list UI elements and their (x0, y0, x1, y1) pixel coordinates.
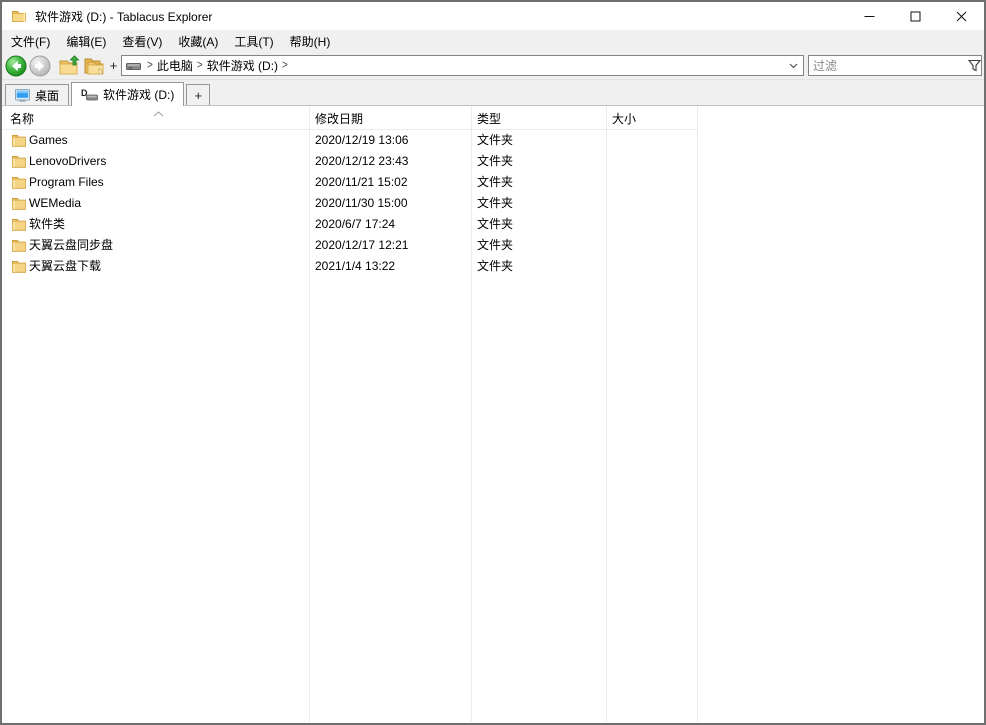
file-row[interactable]: 软件类 2020/6/7 17:24 文件夹 (2, 214, 984, 235)
menu-file[interactable]: 文件(F) (3, 30, 58, 53)
file-type: 文件夹 (477, 130, 513, 151)
filter-box (808, 55, 982, 76)
menu-view[interactable]: 查看(V) (114, 30, 170, 53)
file-type: 文件夹 (477, 235, 513, 256)
file-name: 天翼云盘下载 (29, 256, 101, 277)
tab-drive-d-active[interactable]: D 软件游戏 (D:) (71, 82, 184, 106)
breadcrumb-separator: > (197, 59, 203, 72)
list-header: 名称 修改日期 类型 大小 (2, 106, 984, 129)
back-button[interactable] (4, 54, 28, 78)
filter-input[interactable] (809, 57, 968, 74)
forward-icon (29, 55, 51, 77)
menu-edit[interactable]: 编辑(E) (58, 30, 114, 53)
minimize-button[interactable] (846, 2, 892, 30)
sort-ascending-icon (152, 106, 165, 120)
up-button[interactable] (58, 54, 82, 78)
title-bar: 软件游戏 (D:) - Tablacus Explorer (2, 2, 984, 30)
close-button[interactable] (938, 2, 984, 30)
file-type: 文件夹 (477, 172, 513, 193)
file-row[interactable]: 天翼云盘下载 2021/1/4 13:22 文件夹 (2, 256, 984, 277)
menu-favorites[interactable]: 收藏(A) (170, 30, 226, 53)
file-name: 软件类 (29, 214, 65, 235)
folder-icon (12, 196, 26, 213)
tab-bar: 桌面 D 软件游戏 (D:) + (2, 80, 984, 106)
add-address-button[interactable]: + (107, 58, 120, 73)
folder-icon (12, 154, 26, 171)
file-name: WEMedia (29, 193, 81, 214)
folder-icon (12, 175, 26, 192)
desktop-monitor-icon (15, 89, 30, 102)
new-tab-button[interactable]: + (186, 84, 210, 105)
chevron-down-icon (789, 63, 798, 69)
folder-icon (12, 133, 26, 150)
forward-button[interactable] (28, 54, 52, 78)
folder-tree-button[interactable] (82, 54, 106, 78)
menu-tools[interactable]: 工具(T) (226, 30, 281, 53)
column-header-type[interactable]: 类型 (477, 110, 501, 127)
file-type: 文件夹 (477, 193, 513, 214)
column-header-date[interactable]: 修改日期 (315, 110, 363, 127)
tab-label: 软件游戏 (D:) (103, 86, 174, 103)
folder-icon (12, 217, 26, 234)
minimize-icon (864, 11, 875, 22)
file-date: 2020/12/12 23:43 (315, 151, 408, 172)
file-list-pane: 名称 修改日期 类型 大小 Games 2020/12/19 13:06 文件夹… (2, 106, 984, 722)
file-name: Games (29, 130, 68, 151)
folder-icon (12, 259, 26, 276)
tab-label: 桌面 (35, 87, 59, 104)
filter-funnel-icon[interactable] (968, 59, 981, 72)
folders-icon (82, 55, 106, 77)
column-header-size[interactable]: 大小 (612, 110, 636, 127)
up-folder-icon (58, 55, 82, 77)
breadcrumb-drive-d[interactable]: 软件游戏 (D:) (207, 57, 278, 74)
file-date: 2020/12/17 12:21 (315, 235, 408, 256)
file-name: LenovoDrivers (29, 151, 106, 172)
file-date: 2020/11/30 15:00 (315, 193, 408, 214)
menu-bar: 文件(F) 编辑(E) 查看(V) 收藏(A) 工具(T) 帮助(H) (2, 30, 984, 52)
file-name: 天翼云盘同步盘 (29, 235, 113, 256)
address-bar[interactable]: > 此电脑 > 软件游戏 (D:) > (121, 55, 804, 76)
maximize-icon (910, 11, 921, 22)
column-header-name[interactable]: 名称 (10, 110, 34, 127)
breadcrumb-this-pc[interactable]: 此电脑 (157, 57, 193, 74)
back-icon (5, 55, 27, 77)
tab-desktop[interactable]: 桌面 (5, 84, 69, 105)
file-row[interactable]: Program Files 2020/11/21 15:02 文件夹 (2, 172, 984, 193)
window-title: 软件游戏 (D:) - Tablacus Explorer (35, 8, 212, 25)
file-type: 文件夹 (477, 214, 513, 235)
file-row[interactable]: LenovoDrivers 2020/12/12 23:43 文件夹 (2, 151, 984, 172)
drive-d-icon: D (81, 88, 98, 101)
file-row[interactable]: Games 2020/12/19 13:06 文件夹 (2, 130, 984, 151)
file-rows: Games 2020/12/19 13:06 文件夹 LenovoDrivers… (2, 130, 984, 277)
file-name: Program Files (29, 172, 104, 193)
address-dropdown-button[interactable] (785, 56, 801, 75)
window-controls (846, 2, 984, 30)
tablacus-explorer-window: 软件游戏 (D:) - Tablacus Explorer 文件(F) 编辑(E… (0, 0, 986, 725)
app-folder-icon (11, 8, 27, 24)
close-icon (956, 11, 967, 22)
drive-icon (126, 61, 141, 71)
file-row[interactable]: WEMedia 2020/11/30 15:00 文件夹 (2, 193, 984, 214)
breadcrumb-separator: > (282, 59, 288, 72)
toolbar: + > 此电脑 > 软件游戏 (D:) > (2, 52, 984, 80)
maximize-button[interactable] (892, 2, 938, 30)
file-date: 2020/11/21 15:02 (315, 172, 408, 193)
menu-help[interactable]: 帮助(H) (282, 30, 339, 53)
breadcrumb-separator: > (147, 59, 153, 72)
file-date: 2021/1/4 13:22 (315, 256, 395, 277)
file-type: 文件夹 (477, 256, 513, 277)
file-row[interactable]: 天翼云盘同步盘 2020/12/17 12:21 文件夹 (2, 235, 984, 256)
file-type: 文件夹 (477, 151, 513, 172)
folder-icon (12, 238, 26, 255)
file-date: 2020/12/19 13:06 (315, 130, 408, 151)
file-date: 2020/6/7 17:24 (315, 214, 395, 235)
